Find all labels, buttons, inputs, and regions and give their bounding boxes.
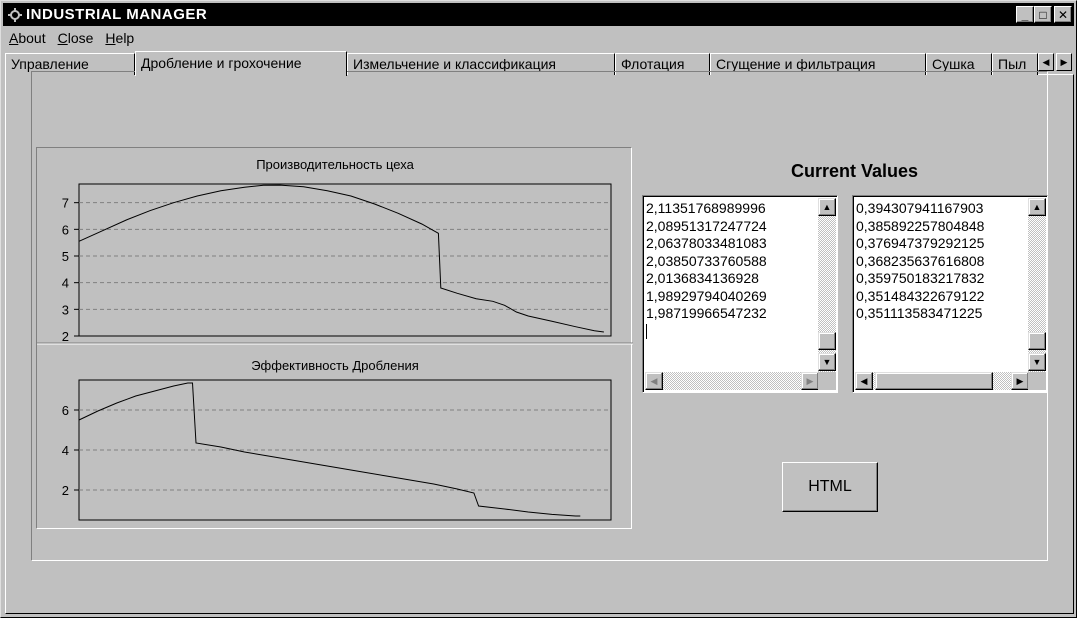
tab-label: Пыл <box>998 56 1027 72</box>
scroll-up-icon[interactable]: ▲ <box>1028 198 1046 216</box>
list-item[interactable]: 2,08951317247724 <box>646 218 767 236</box>
y-tick-label: 2 <box>62 483 69 498</box>
values-listbox-1[interactable]: 2,11351768989996 2,08951317247724 2,063780… <box>642 195 838 393</box>
html-button-label: HTML <box>808 478 852 495</box>
scroll-down-icon[interactable]: ▼ <box>818 353 836 371</box>
current-values-title: Current Values <box>791 161 919 181</box>
hscroll-thumb[interactable] <box>875 372 993 390</box>
list-item[interactable]: 0,368235637616808 <box>856 253 984 271</box>
list-item[interactable]: 2,11351768989996 <box>646 200 767 218</box>
text-caret <box>646 323 767 341</box>
horizontal-scrollbar[interactable]: ◀ ▶ <box>855 372 1029 390</box>
minimize-icon: _ <box>1021 7 1029 22</box>
window-title: INDUSTRIAL MANAGER <box>26 6 208 23</box>
scroll-right-icon[interactable]: ▶ <box>801 372 819 390</box>
values-list-2: 0,394307941167903 0,385892257804848 0,3769… <box>856 200 984 323</box>
chart-title: Эффективность Дробления <box>251 358 419 373</box>
scroll-thumb[interactable] <box>818 332 836 350</box>
vertical-scrollbar[interactable]: ▲ ▼ <box>1028 198 1046 373</box>
maximize-icon: □ <box>1039 7 1047 22</box>
close-icon: ✕ <box>1057 7 1069 22</box>
y-tick-label: 7 <box>62 196 69 211</box>
menu-bar: About Close Help <box>3 27 1074 49</box>
close-window-button[interactable]: ✕ <box>1054 6 1072 23</box>
list-item[interactable]: 0,376947379292125 <box>856 235 984 253</box>
y-tick-label: 2 <box>62 329 69 344</box>
tab-scroll-right-icon[interactable]: ▶ <box>1056 53 1072 71</box>
list-item[interactable]: 0,351484322679122 <box>856 288 984 306</box>
tab-scroll-left-icon[interactable]: ◀ <box>1038 53 1054 71</box>
tab-droblenie[interactable]: Дробление и грохочение <box>135 51 347 76</box>
list-item[interactable]: 0,359750183217832 <box>856 270 984 288</box>
scroll-down-icon[interactable]: ▼ <box>1028 353 1046 371</box>
maximize-button[interactable]: □ <box>1034 6 1052 23</box>
charts-area: Производительность цеха 2 3 4 5 6 7 Эффективнос… <box>36 147 633 529</box>
app-gear-icon[interactable] <box>7 7 23 23</box>
tab-label: Управление <box>11 56 89 72</box>
menu-close[interactable]: Close <box>52 30 100 46</box>
menu-help[interactable]: Help <box>99 30 140 46</box>
scroll-thumb[interactable] <box>1028 332 1046 350</box>
y-tick-label: 5 <box>62 249 69 264</box>
list-item[interactable]: 2,0136834136928 <box>646 270 767 288</box>
values-listbox-2[interactable]: 0,394307941167903 0,385892257804848 0,3769… <box>852 195 1048 393</box>
minimize-button[interactable]: _ <box>1016 6 1034 23</box>
menu-about[interactable]: About <box>3 30 52 46</box>
tab-label: Дробление и грохочение <box>141 55 302 71</box>
list-item[interactable]: 2,06378033481083 <box>646 235 767 253</box>
y-tick-label: 4 <box>62 276 69 291</box>
list-item[interactable]: 1,98719966547232 <box>646 305 767 323</box>
scroll-corner <box>818 372 836 390</box>
scroll-up-icon[interactable]: ▲ <box>818 198 836 216</box>
tab-label: Сушка <box>932 56 975 72</box>
series-line <box>78 382 581 517</box>
y-tick-label: 6 <box>62 403 69 418</box>
chart-title: Производительность цеха <box>256 157 414 172</box>
list-item[interactable]: 0,351113583471225 <box>856 305 984 323</box>
tab-label: Сгущение и фильтрация <box>716 56 876 72</box>
scroll-right-icon[interactable]: ▶ <box>1011 372 1029 390</box>
scroll-corner <box>1028 372 1046 390</box>
plot-area <box>78 183 612 337</box>
title-bar[interactable]: INDUSTRIAL MANAGER _ □ ✕ <box>3 3 1074 26</box>
list-item[interactable]: 0,385892257804848 <box>856 218 984 236</box>
list-item[interactable]: 0,394307941167903 <box>856 200 984 218</box>
tab-label: Измельчение и классификация <box>353 56 557 72</box>
vertical-scrollbar[interactable]: ▲ ▼ <box>818 198 836 373</box>
scroll-left-icon[interactable]: ◀ <box>645 372 663 390</box>
app-window: INDUSTRIAL MANAGER _ □ ✕ About Close Hel… <box>0 0 1077 618</box>
values-list-1: 2,11351768989996 2,08951317247724 2,063780… <box>646 200 767 340</box>
horizontal-scrollbar[interactable]: ◀ ▶ <box>645 372 819 390</box>
scroll-left-icon[interactable]: ◀ <box>855 372 873 390</box>
y-tick-label: 3 <box>62 302 69 317</box>
html-button[interactable]: HTML <box>782 462 878 512</box>
charts-svg: Производительность цеха 2 3 4 5 6 7 Эффективнос… <box>37 157 633 521</box>
list-item[interactable]: 1,98929794040269 <box>646 288 767 306</box>
y-tick-label: 6 <box>62 222 69 237</box>
y-tick-label: 4 <box>62 443 69 458</box>
series-line <box>78 184 604 333</box>
list-item[interactable]: 2,03850733760588 <box>646 253 767 271</box>
tab-label: Флотация <box>621 56 685 72</box>
